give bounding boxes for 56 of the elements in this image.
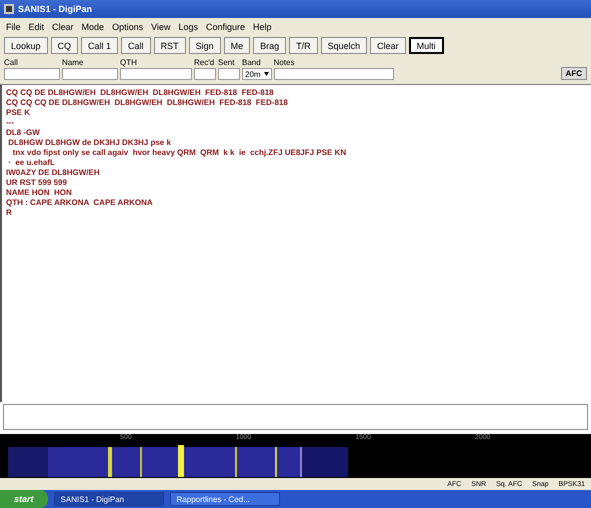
taskbar-button[interactable]: SANIS1 - DigiPan [54, 492, 164, 506]
input-field[interactable] [194, 68, 216, 80]
input-field[interactable] [62, 68, 118, 80]
band-dropdown[interactable]: 20m [242, 68, 272, 80]
received-text: IW0AZY DE DL8HGW/EH [6, 168, 101, 178]
transmit-field[interactable] [3, 404, 588, 430]
input-field[interactable] [4, 68, 60, 80]
taskbar-button[interactable]: Rapportlines - Ced... [170, 492, 280, 506]
toolbar-button[interactable]: CQ [50, 37, 78, 54]
input-field[interactable] [218, 68, 240, 80]
afc-button[interactable]: AFC [560, 67, 587, 80]
menu-item[interactable]: Options [112, 22, 144, 32]
menu-item[interactable]: Clear [52, 22, 74, 32]
field-label: Rec'd [194, 58, 216, 67]
start-button[interactable]: start [0, 490, 48, 508]
menu-item[interactable]: File [6, 22, 21, 32]
toolbar-button[interactable]: Clear [370, 37, 406, 54]
received-text: DL8 -GW [6, 128, 41, 138]
toolbar-button[interactable]: Sign [188, 37, 221, 54]
toolbar-button[interactable]: Me [224, 37, 250, 54]
received-text: DL8HGW DL8HGW de DK3HJ DK3HJ pse k [7, 138, 172, 148]
received-text: PSE K [6, 108, 32, 118]
menu-item[interactable]: Logs [178, 22, 198, 32]
field-label: Sent [218, 58, 236, 67]
toolbar-button[interactable]: Call 1 [81, 37, 118, 54]
received-text: · ee u.ehafL [7, 158, 56, 168]
received-text: R [6, 208, 13, 218]
caret-icon [264, 72, 269, 76]
app-icon [4, 4, 14, 14]
field-label: Band [242, 58, 262, 67]
received-text: tnx vdo fipst only se call agaiv hvor heavy QRM QRM k k ie cchj.ZFJ UE8JFJ PSE KN [12, 148, 348, 158]
input-field[interactable] [274, 68, 394, 80]
field-label: Call [4, 58, 19, 67]
toolbar-button[interactable]: Lookup [4, 37, 48, 54]
toolbar-button[interactable]: Brag [253, 37, 286, 54]
menu-item[interactable]: Configure [206, 22, 246, 32]
window-title: SANIS1 - DigiPan [18, 4, 92, 14]
received-text: NAME HON HON [6, 188, 73, 198]
field-label: QTH [120, 58, 138, 67]
field-label: Notes [274, 58, 296, 67]
received-text: --- [6, 118, 15, 128]
toolbar-button[interactable]: Call [121, 37, 151, 54]
input-field[interactable] [120, 68, 192, 80]
toolbar-button[interactable]: Multi [408, 37, 444, 54]
received-text: QTH : CAPE ARKONA CAPE ARKONA [6, 198, 154, 208]
toolbar-button[interactable]: Squelch [320, 37, 368, 54]
menu-item[interactable]: Edit [28, 22, 44, 32]
toolbar-button[interactable]: RST [154, 37, 186, 54]
received-text: CQ CQ CQ DE DL8HGW/EH DL8HGW/EH DL8HGW/EH FED-818 FED-818 [6, 98, 289, 108]
toolbar-button[interactable]: T/R [289, 37, 318, 54]
menu-item[interactable]: Mode [82, 22, 104, 32]
menu-item[interactable]: View [151, 22, 170, 32]
received-text: UR RST 599 599 [6, 178, 68, 188]
received-text: CQ CQ DE DL8HGW/EH DL8HGW/EH DL8HGW/EH FED-818 FED-818 [6, 88, 275, 98]
field-label: Name [62, 58, 84, 67]
menu-item[interactable]: Help [253, 22, 272, 32]
